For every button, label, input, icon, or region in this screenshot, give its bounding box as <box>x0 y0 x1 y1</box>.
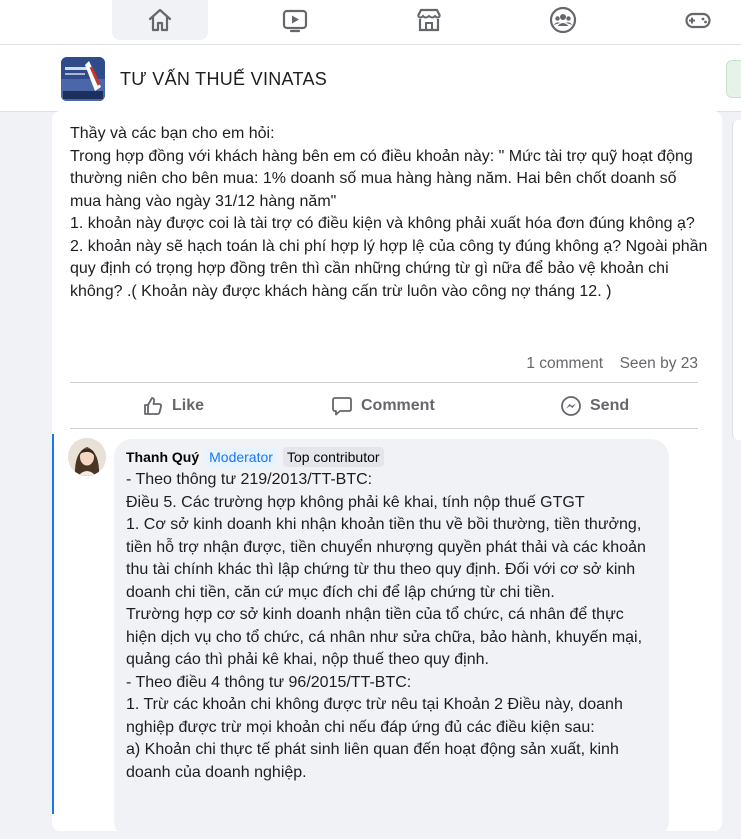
divider <box>70 382 698 383</box>
comment-label: Comment <box>361 397 435 414</box>
comment-icon <box>332 397 352 416</box>
group-header: TƯ VẤN THUẾ VINATAS <box>0 45 741 112</box>
gaming-icon <box>685 12 711 29</box>
comment-paragraph: Trường hợp cơ sở kinh doanh nhận tiền củ… <box>126 606 643 668</box>
post-paragraph: Thầy và các bạn cho em hỏi: <box>70 125 275 142</box>
nav-tab-marketplace[interactable] <box>381 0 477 40</box>
comment-author-name[interactable]: Thanh Quý <box>126 449 199 465</box>
comment-paragraph: a) Khoản chi thực tế phát sinh liên quan… <box>126 741 619 781</box>
group-logo[interactable] <box>61 57 105 101</box>
comment-paragraph: Điều 5. Các trường hợp không phải kê kha… <box>126 493 585 511</box>
send-button[interactable]: Send <box>560 385 629 427</box>
join-group-button[interactable] <box>726 60 741 98</box>
moderator-badge: Moderator <box>205 447 277 467</box>
post-paragraph: 1. khoản này được coi là tài trợ có điều… <box>70 215 695 232</box>
divider <box>70 428 698 429</box>
comment-paragraph: - Theo điều 4 thông tư 96/2015/TT-BTC: <box>126 673 412 691</box>
post-paragraph: Trong hợp đồng với khách hàng bên em có … <box>70 147 693 210</box>
group-name[interactable]: TƯ VẤN THUẾ VINATAS <box>120 69 327 90</box>
comment-count-link[interactable]: 1 comment <box>526 355 603 373</box>
top-contributor-badge: Top contributor <box>282 447 384 467</box>
comment-paragraph: - Theo thông tư 219/2013/TT-BTC: <box>126 471 373 488</box>
comment-paragraph: 1. Cơ sở kinh doanh khi nhận khoản tiền … <box>126 516 646 601</box>
nav-tab-home[interactable] <box>112 0 208 40</box>
top-navigation-bar <box>0 0 741 45</box>
comment-button[interactable]: Comment <box>331 385 435 427</box>
nav-tab-gaming[interactable] <box>650 0 741 40</box>
messenger-icon <box>561 396 581 416</box>
like-button[interactable]: Like <box>142 385 204 427</box>
comment-thread-line <box>52 434 54 814</box>
seen-by-count[interactable]: Seen by 23 <box>620 355 698 373</box>
comment-header: Thanh Quý Moderator Top contributor <box>126 446 384 468</box>
post-actions: Like Comment Send <box>70 385 698 427</box>
comment-paragraph: 1. Trừ các khoản chi không được trừ nêu … <box>126 696 623 736</box>
post-body: Thầy và các bạn cho em hỏi: Trong hợp đồ… <box>70 123 710 303</box>
like-label: Like <box>172 397 205 414</box>
side-panel-edge <box>732 120 741 440</box>
groups-icon <box>549 6 577 34</box>
video-icon <box>282 9 308 33</box>
nav-tab-video[interactable] <box>247 0 343 40</box>
avatar[interactable] <box>68 438 106 476</box>
home-icon <box>148 8 172 32</box>
marketplace-icon <box>417 8 441 32</box>
send-label: Send <box>590 397 630 414</box>
comment-text: - Theo thông tư 219/2013/TT-BTC: Điều 5.… <box>126 469 656 784</box>
post-stats: 1 comment Seen by 23 <box>70 355 698 377</box>
post-paragraph: 2. khoản này sẽ hạch toán là chi phí hợp… <box>70 237 708 300</box>
thumbs-up-icon <box>144 397 162 415</box>
nav-tab-groups[interactable] <box>515 0 611 40</box>
